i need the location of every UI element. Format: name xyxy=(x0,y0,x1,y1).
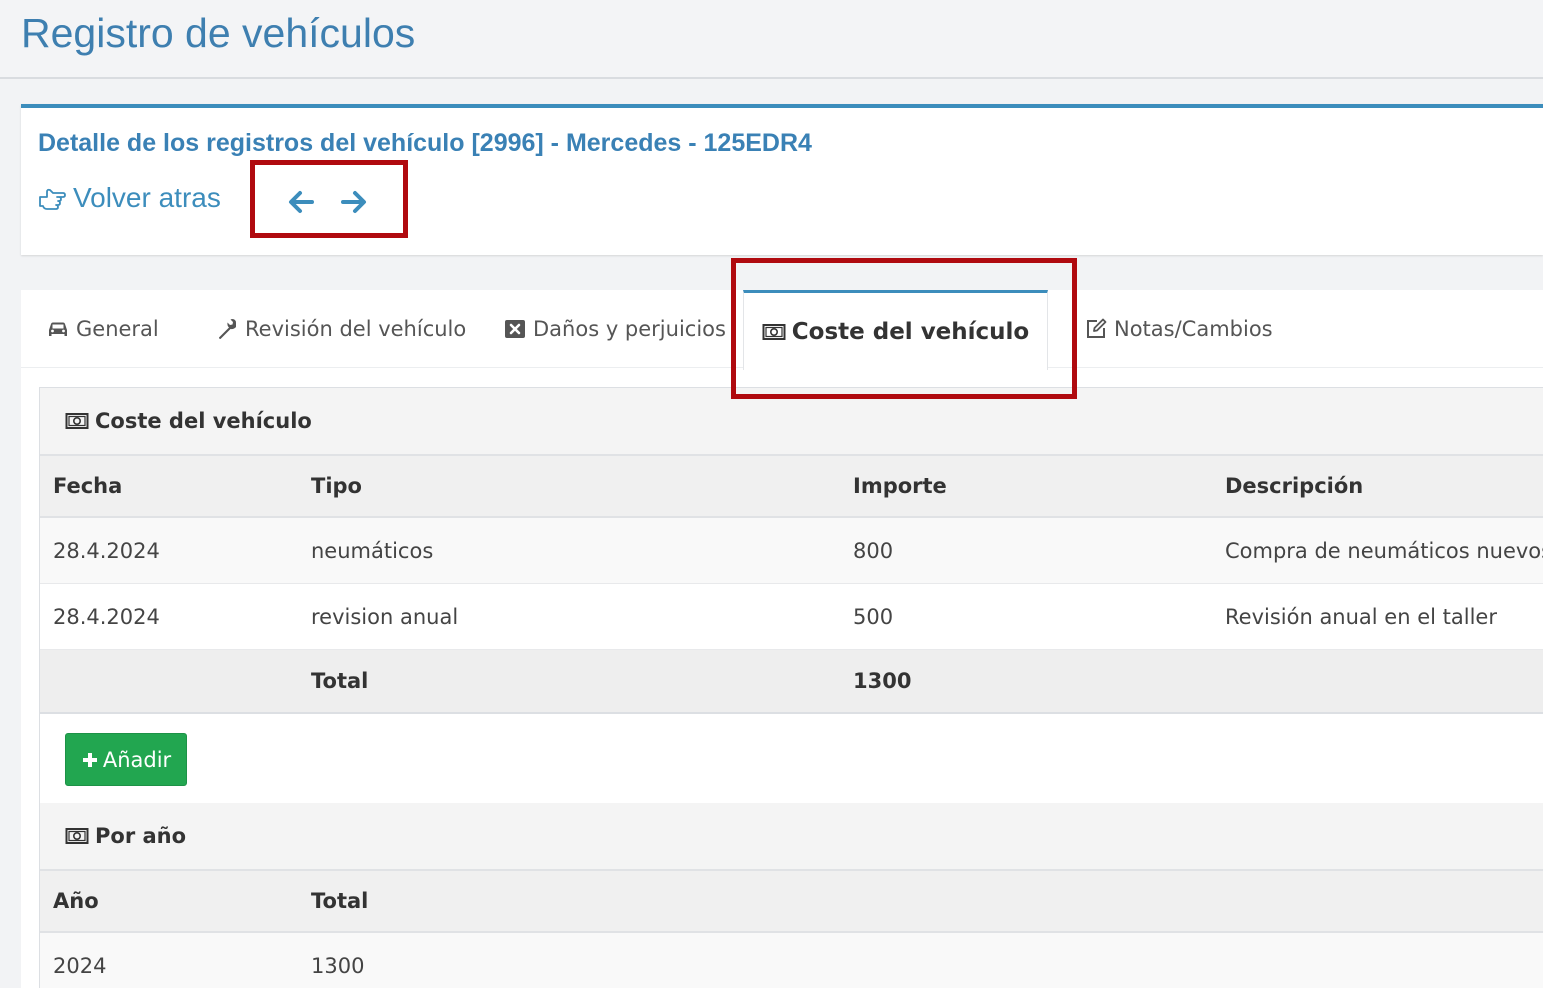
cost-panel-header: Coste del vehículo xyxy=(40,388,1543,456)
edit-icon xyxy=(1087,318,1107,338)
cost-type: revision anual xyxy=(311,604,459,629)
cost-table-header: Fecha Tipo Importe Descripción xyxy=(40,456,1543,518)
cost-description: Revisión anual en el taller xyxy=(1225,604,1497,629)
vehicle-tabs-box: General Revisión del vehículo Daños y pe… xyxy=(21,290,1543,988)
tab-damages[interactable]: Daños y perjuicios xyxy=(503,290,726,368)
hand-point-left-icon xyxy=(39,188,66,210)
vehicle-detail-title: Detalle de los registros del vehículo [2… xyxy=(38,129,812,157)
tab-general-label: General xyxy=(76,317,159,341)
money-icon xyxy=(65,413,89,429)
total-label: Total xyxy=(311,669,369,693)
tab-vehicle-review[interactable]: Revisión del vehículo xyxy=(215,290,466,368)
money-icon xyxy=(762,323,786,340)
column-header: Año xyxy=(53,889,99,913)
wrench-icon xyxy=(219,319,236,339)
cost-panel: Coste del vehículo Fecha Tipo Importe De… xyxy=(39,387,1543,807)
plus-icon xyxy=(82,752,97,767)
cost-total-row: Total 1300 xyxy=(40,650,1543,714)
cost-amount: 500 xyxy=(853,604,894,629)
back-link[interactable]: Volver atras xyxy=(37,182,221,214)
tab-vehicle-cost[interactable]: Coste del vehículo xyxy=(743,290,1048,370)
by-year-panel-title: Por año xyxy=(95,824,187,848)
car-icon xyxy=(49,322,67,336)
table-row: 2024 1300 xyxy=(40,933,1543,988)
column-header: Total xyxy=(311,889,369,913)
tab-damages-label: Daños y perjuicios xyxy=(533,317,726,341)
tab-notes[interactable]: Notas/Cambios xyxy=(1084,290,1273,368)
by-year-table-header: Año Total xyxy=(40,871,1543,933)
cost-type: neumáticos xyxy=(311,538,434,563)
tab-vehicle-review-label: Revisión del vehículo xyxy=(245,317,467,341)
tab-notes-label: Notas/Cambios xyxy=(1114,317,1273,341)
cost-amount: 800 xyxy=(853,538,894,563)
page-header: Registro de vehículos xyxy=(0,0,1543,79)
table-row: 28.4.2024 neumáticos 800 Compra de neumá… xyxy=(40,518,1543,584)
column-header: Tipo xyxy=(311,474,362,498)
column-header: Importe xyxy=(853,474,947,498)
add-button[interactable]: Añadir xyxy=(65,733,187,786)
add-button-label: Añadir xyxy=(102,747,172,772)
money-icon xyxy=(65,828,89,844)
tab-bar: General Revisión del vehículo Daños y pe… xyxy=(21,290,1543,370)
vehicle-detail-box: Detalle de los registros del vehículo [2… xyxy=(21,104,1543,255)
column-header: Descripción xyxy=(1225,474,1364,498)
total-value: 1300 xyxy=(853,669,912,693)
by-year-panel: Por año Año Total 2024 1300 xyxy=(39,803,1543,988)
previous-arrow-icon[interactable] xyxy=(286,187,316,217)
next-arrow-icon[interactable] xyxy=(339,187,369,217)
tab-general[interactable]: General xyxy=(46,290,159,368)
add-area: Añadir xyxy=(40,714,1543,806)
year-value: 2024 xyxy=(53,953,107,978)
column-header: Fecha xyxy=(53,474,123,498)
tab-vehicle-cost-label: Coste del vehículo xyxy=(791,318,1030,345)
by-year-panel-header: Por año xyxy=(40,803,1543,871)
cost-panel-title: Coste del vehículo xyxy=(95,409,312,433)
cost-date: 28.4.2024 xyxy=(53,604,160,629)
close-box-icon xyxy=(505,320,525,338)
year-total: 1300 xyxy=(311,953,365,978)
page-title: Registro de vehículos xyxy=(21,10,416,56)
back-link-label: Volver atras xyxy=(73,182,221,213)
cost-description: Compra de neumáticos nuevos xyxy=(1225,538,1543,563)
cost-date: 28.4.2024 xyxy=(53,538,160,563)
table-row: 28.4.2024 revision anual 500 Revisión an… xyxy=(40,584,1543,650)
